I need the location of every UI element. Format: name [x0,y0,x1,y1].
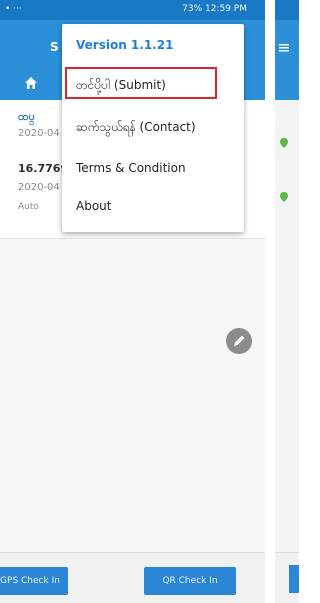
home-icon[interactable] [24,76,38,90]
pencil-icon [234,335,245,346]
status-bar [275,0,299,20]
second-phone-screen [275,0,299,603]
status-left: • ··· [5,4,22,14]
list-item-title: ထပ္ [18,110,35,123]
check-in-button[interactable] [289,565,299,593]
menu-item-about[interactable]: About [62,188,244,226]
menu-icon[interactable] [279,44,289,52]
bottom-bar: GPS Check In QR Check In [0,552,265,603]
list-item-date: 2020-04 [18,182,60,193]
list-item-note: Auto [18,202,39,212]
menu-item-label: တင်ပို့ပါ (Submit) [76,78,166,92]
map-pin-icon [280,138,288,148]
overflow-menu: Version 1.1.21 တင်ပို့ပါ (Submit) ဆက်သွယ… [62,24,244,232]
menu-item-label: Version 1.1.21 [76,38,174,52]
app-bar [275,20,299,100]
menu-item-submit[interactable]: တင်ပို့ပါ (Submit) [62,66,244,104]
menu-item-label: ဆက်သွယ်ရန် (Contact) [76,120,196,134]
phone-screen: • ··· 73% 12:59 PM S ထပ္ 2020-04 16.7769… [0,0,265,603]
menu-item-label: About [76,199,112,213]
list-item-date: 2020-04 [18,128,60,139]
status-bar: • ··· 73% 12:59 PM [0,0,265,20]
qr-check-in-button[interactable]: QR Check In [144,567,236,595]
menu-item-version[interactable]: Version 1.1.21 [62,28,244,66]
edit-button[interactable] [226,328,252,354]
menu-item-label: Terms & Condition [76,161,186,175]
map-pin-icon [280,192,288,202]
app-title: S [50,40,59,54]
menu-item-terms[interactable]: Terms & Condition [62,150,244,188]
status-right: 73% 12:59 PM [182,4,247,14]
gps-check-in-button[interactable]: GPS Check In [0,567,68,595]
menu-item-contact[interactable]: ဆက်သွယ်ရန် (Contact) [62,108,244,146]
